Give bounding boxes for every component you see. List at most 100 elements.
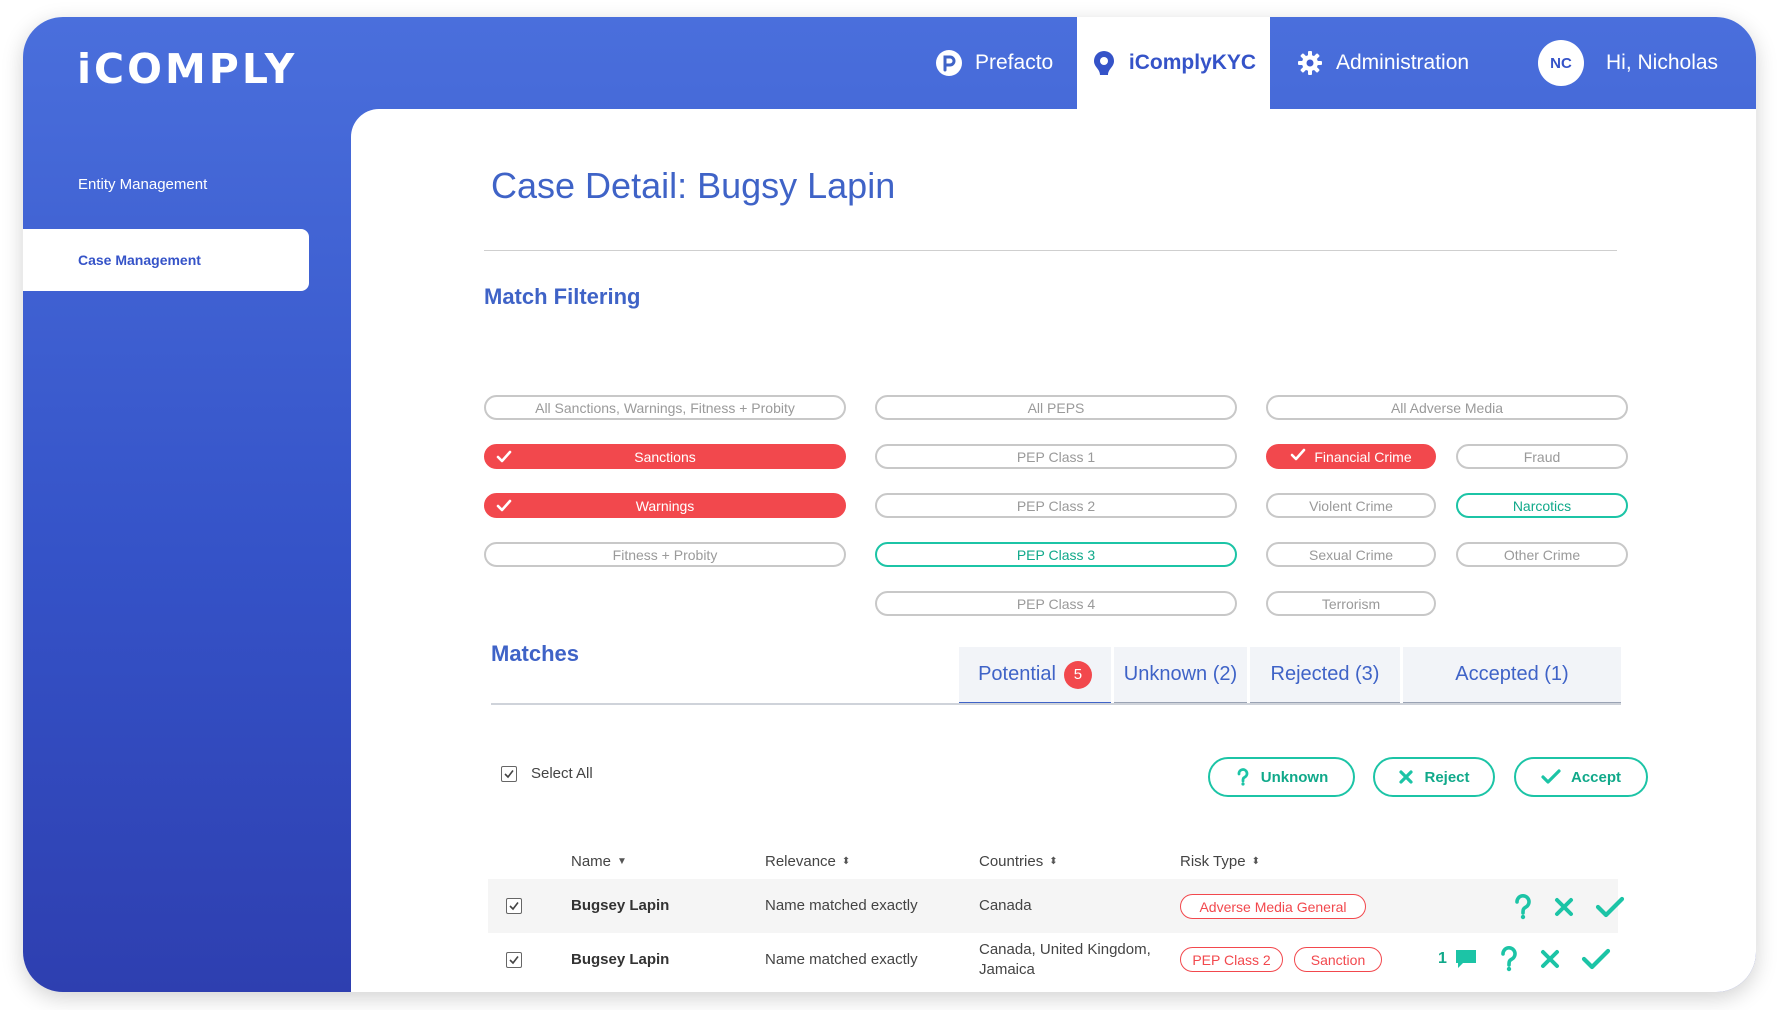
filter-pep-class-1[interactable]: PEP Class 1 — [875, 444, 1237, 469]
row-actions — [1493, 894, 1625, 920]
tab-potential[interactable]: Potential 5 — [959, 647, 1111, 705]
question-icon[interactable] — [1513, 894, 1533, 920]
reject-label: Reject — [1424, 768, 1470, 786]
reject-button[interactable]: Reject — [1373, 757, 1495, 797]
select-all-checkbox[interactable] — [501, 765, 517, 782]
row-checkbox[interactable] — [506, 898, 522, 914]
select-all-label: Select All — [531, 765, 593, 782]
row-relevance: Name matched exactly — [765, 897, 918, 914]
gear-icon — [1296, 49, 1324, 77]
check-icon — [496, 449, 512, 468]
filter-label: PEP Class 1 — [1016, 448, 1096, 465]
sidebar-item-entity-management[interactable]: Entity Management — [23, 153, 309, 215]
filter-label: Narcotics — [1512, 497, 1572, 514]
accept-label: Accept — [1570, 768, 1622, 786]
filter-label: PEP Class 3 — [1016, 546, 1096, 563]
check-icon[interactable] — [1581, 948, 1611, 970]
close-icon[interactable] — [1553, 896, 1575, 918]
unknown-label: Unknown — [1260, 768, 1329, 786]
tab-label: Accepted (1) — [1455, 663, 1569, 685]
filter-label: Financial Crime — [1314, 448, 1412, 465]
filter-label: Fraud — [1523, 448, 1561, 465]
filter-all-peps[interactable]: All PEPS — [875, 395, 1237, 420]
app-window: iCOMPLY Prefacto iComplyKYC Administrati… — [23, 17, 1756, 992]
divider — [484, 250, 1617, 251]
filter-financial-crime[interactable]: Financial Crime — [1266, 444, 1436, 469]
tab-label: Unknown (2) — [1123, 663, 1238, 685]
filter-fraud[interactable]: Fraud — [1456, 444, 1628, 469]
sort-down-icon: ▼ — [617, 856, 627, 867]
row-actions: 1 — [1438, 946, 1611, 972]
filter-label: Other Crime — [1503, 546, 1581, 563]
select-all[interactable]: Select All — [501, 765, 593, 782]
filter-label: Sexual Crime — [1308, 546, 1394, 563]
filter-label: PEP Class 4 — [1016, 595, 1096, 612]
tabs-divider — [491, 703, 1621, 705]
filter-pep-class-2[interactable]: PEP Class 2 — [875, 493, 1237, 518]
sort-icon: ⬍ — [1049, 856, 1058, 867]
filter-violent-crime[interactable]: Violent Crime — [1266, 493, 1436, 518]
sidebar-item-label: Case Management — [78, 252, 201, 268]
filter-label: Terrorism — [1321, 595, 1381, 612]
row-name: Bugsey Lapin — [571, 951, 670, 968]
matches-title: Matches — [491, 641, 580, 666]
match-filtering-title: Match Filtering — [484, 284, 641, 309]
nav-prefacto-label: Prefacto — [975, 51, 1054, 74]
tab-accepted[interactable]: Accepted (1) — [1403, 647, 1621, 705]
sidebar-item-case-management[interactable]: Case Management — [23, 229, 309, 291]
unknown-button[interactable]: Unknown — [1208, 757, 1355, 797]
table-row[interactable]: Bugsey Lapin Name matched exactly Canada… — [488, 933, 1618, 987]
tab-rejected[interactable]: Rejected (3) — [1250, 647, 1400, 705]
filter-label: Warnings — [635, 497, 695, 514]
check-icon — [1541, 769, 1561, 785]
row-name: Bugsey Lapin — [571, 897, 670, 914]
top-nav: Prefacto iComplyKYC Administration NC Hi… — [23, 17, 1756, 109]
filter-all-adverse-media[interactable]: All Adverse Media — [1266, 395, 1628, 420]
column-header-countries[interactable]: Countries ⬍ — [979, 853, 1058, 870]
page-title: Case Detail: Bugsy Lapin — [491, 165, 896, 206]
nav-icomplykyc[interactable]: iComplyKYC — [1077, 17, 1270, 109]
check-icon[interactable] — [1595, 896, 1625, 918]
row-relevance: Name matched exactly — [765, 951, 918, 968]
filter-sanctions[interactable]: Sanctions — [484, 444, 846, 469]
sort-icon: ⬍ — [841, 856, 851, 867]
tab-unknown[interactable]: Unknown (2) — [1114, 647, 1247, 705]
user-menu[interactable]: NC Hi, Nicholas — [1538, 17, 1718, 109]
user-greeting: Hi, Nicholas — [1606, 51, 1719, 74]
close-icon — [1398, 769, 1414, 785]
column-header-risk-type[interactable]: Risk Type ⬍ — [1180, 853, 1260, 870]
filter-pep-class-3[interactable]: PEP Class 3 — [875, 542, 1237, 567]
row-countries: Canada, United Kingdom, — [979, 941, 1151, 958]
accept-button[interactable]: Accept — [1514, 757, 1648, 797]
comment-icon[interactable] — [1453, 947, 1479, 971]
table-row[interactable]: Bugsey Lapin Name matched exactly Canada… — [488, 879, 1625, 933]
filter-warnings[interactable]: Warnings — [484, 493, 846, 518]
filter-label: Fitness + Probity — [612, 546, 718, 563]
avatar: NC — [1538, 40, 1584, 86]
tab-label: Rejected (3) — [1270, 663, 1380, 685]
count-badge: 5 — [1063, 660, 1092, 689]
column-header-relevance[interactable]: Relevance ⬍ — [765, 853, 850, 870]
nav-prefacto[interactable]: Prefacto — [935, 17, 1053, 109]
filter-fitness-probity[interactable]: Fitness + Probity — [484, 542, 846, 567]
prefacto-icon — [935, 49, 963, 77]
filter-label: All Adverse Media — [1390, 399, 1504, 416]
nav-administration[interactable]: Administration — [1296, 17, 1469, 109]
sort-icon: ⬍ — [1251, 856, 1260, 867]
filter-label: Sanctions — [634, 448, 696, 465]
filter-terrorism[interactable]: Terrorism — [1266, 591, 1436, 616]
filter-label: All PEPS — [1027, 399, 1085, 416]
filter-sexual-crime[interactable]: Sexual Crime — [1266, 542, 1436, 567]
filter-pep-class-4[interactable]: PEP Class 4 — [875, 591, 1237, 616]
filter-narcotics[interactable]: Narcotics — [1456, 493, 1628, 518]
risk-badge: PEP Class 2 — [1180, 947, 1283, 972]
filter-label: Violent Crime — [1309, 497, 1393, 514]
filter-other-crime[interactable]: Other Crime — [1456, 542, 1628, 567]
row-checkbox[interactable] — [506, 952, 522, 968]
close-icon[interactable] — [1539, 948, 1561, 970]
question-icon[interactable] — [1499, 946, 1519, 972]
column-header-name[interactable]: Name ▼ — [571, 853, 627, 870]
risk-badge: Sanction — [1294, 947, 1382, 972]
nav-icomplykyc-label: iComplyKYC — [1128, 51, 1257, 74]
filter-all-sanctions-warnings[interactable]: All Sanctions, Warnings, Fitness + Probi… — [484, 395, 846, 420]
